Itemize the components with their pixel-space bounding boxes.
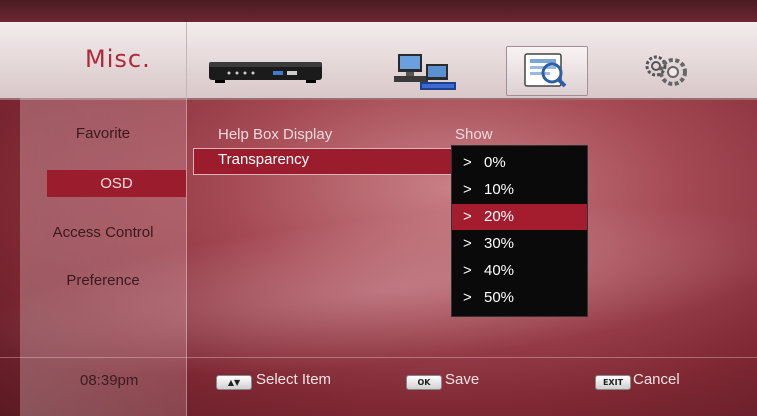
option-10[interactable]: >10% <box>452 177 587 203</box>
sidebar-item-favorite[interactable]: Favorite <box>20 125 186 142</box>
sidebar-item-access-control[interactable]: Access Control <box>20 224 186 241</box>
option-30[interactable]: >30% <box>452 231 587 257</box>
misc-settings-icon <box>524 53 567 88</box>
misc-settings-tab[interactable] <box>506 46 588 96</box>
chevron-right-icon: > <box>463 289 472 306</box>
option-40[interactable]: >40% <box>452 258 587 284</box>
footer-bar: 08:39pm ▲▼ Select Item OK Save EXIT Canc… <box>0 357 757 416</box>
exit-key-icon: EXIT <box>595 375 631 390</box>
option-50[interactable]: >50% <box>452 285 587 311</box>
option-0[interactable]: >0% <box>452 150 587 176</box>
transparency-label[interactable]: Transparency <box>218 151 309 168</box>
category-bar: Misc. <box>0 22 757 100</box>
help-box-display-value[interactable]: Show <box>455 126 493 143</box>
save-hint: Save <box>445 371 480 388</box>
chevron-right-icon: > <box>463 208 472 225</box>
clock: 08:39pm <box>80 372 139 389</box>
page-title: Misc. <box>85 45 151 73</box>
transparency-dropdown[interactable]: >0% >10% >20% >30% >40% >50% <box>451 145 588 317</box>
network-pc-icon[interactable] <box>392 50 460 92</box>
sidebar-item-preference[interactable]: Preference <box>20 272 186 289</box>
sidebar-item-osd[interactable]: OSD <box>47 170 186 197</box>
option-20[interactable]: >20% <box>452 204 587 230</box>
gears-icon[interactable] <box>640 50 690 90</box>
chevron-right-icon: > <box>463 154 472 171</box>
chevron-right-icon: > <box>463 181 472 198</box>
select-item-hint: Select Item <box>256 371 332 388</box>
ok-key-icon: OK <box>406 375 442 390</box>
chevron-right-icon: > <box>463 235 472 252</box>
divider <box>186 22 187 98</box>
chevron-right-icon: > <box>463 262 472 279</box>
up-down-key-icon: ▲▼ <box>216 375 252 390</box>
cancel-hint: Cancel <box>633 371 680 388</box>
help-box-display-label[interactable]: Help Box Display <box>218 126 332 143</box>
set-top-box-icon[interactable] <box>207 58 324 84</box>
osd-screen: Misc. Favorite OSD Access Control Prefer… <box>0 0 757 416</box>
